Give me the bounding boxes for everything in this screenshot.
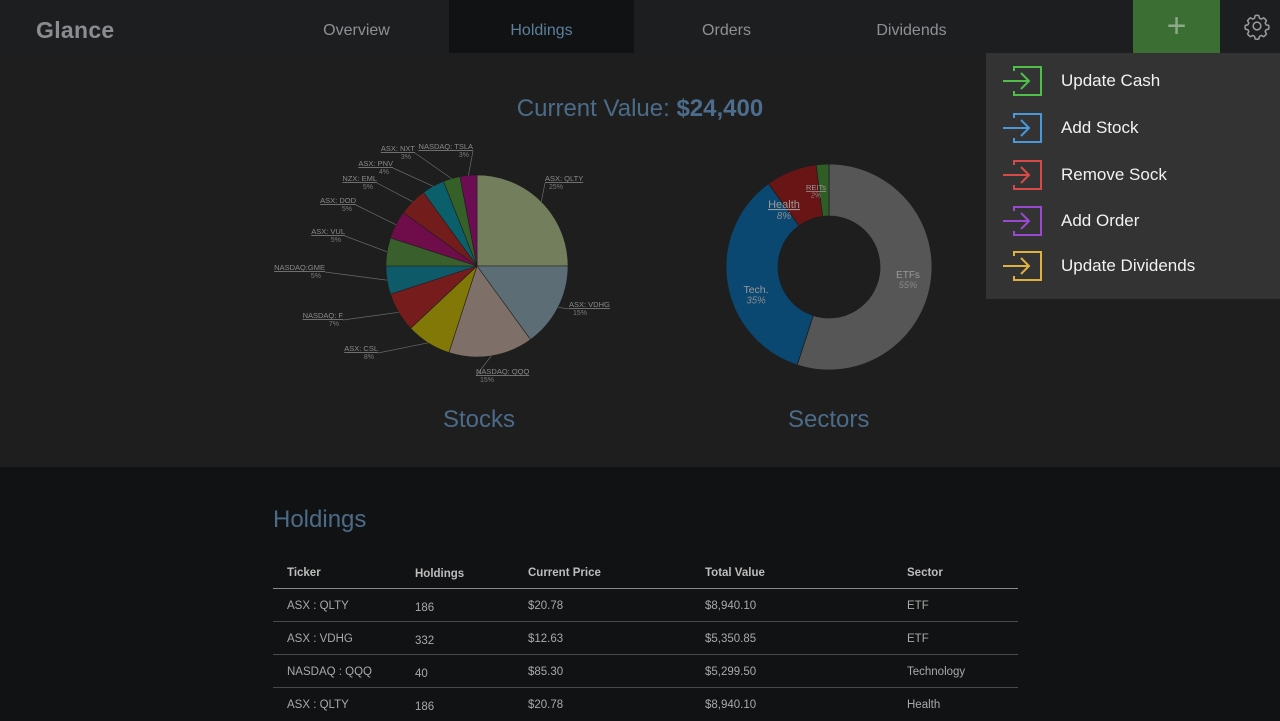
holdings-section-title: Holdings [273,506,367,533]
donut-percent-etfs: 55% [899,280,917,290]
pie-leader-line [558,306,570,310]
pie-leader-line [344,235,388,253]
table-header-row: Ticker Holdings Current Price Total Valu… [273,558,1018,589]
cell-ticker: NASDAQ : QQQ [287,666,372,678]
donut-label-reits: REITs [806,183,826,192]
cell-current-price: $20.78 [528,600,564,612]
menu-update-cash[interactable]: Update Cash [986,59,1280,105]
pie-percent-asx-nxt: 3% [401,154,411,161]
column-header-sector[interactable]: Sector [907,567,943,579]
pie-leader-line [540,182,546,202]
pie-label-asx-pnv: ASX: PNV [358,159,393,168]
cell-holdings: 40 [415,668,428,680]
cell-holdings: 186 [415,701,435,713]
donut-label-health: Health [768,199,800,211]
column-header-total-value[interactable]: Total Value [705,567,765,579]
pie-percent-asx-csl: 8% [364,354,374,361]
pie-label-nasdaq-qqq: NASDAQ: QQQ [476,367,530,376]
cell-sector: ETF [907,600,929,612]
pie-leader-line [377,342,429,354]
add-menu-dropdown: Update Cash Add Stock Remove Sock Add Or… [986,53,1280,299]
enter-icon [1003,206,1042,236]
cell-sector: ETF [907,633,929,645]
enter-icon [1003,160,1042,190]
donut-label-tech: Tech. [743,284,768,296]
cell-ticker: ASX : VDHG [287,633,353,645]
column-header-holdings[interactable]: Holdings [415,568,464,580]
pie-percent-nasdaq-f: 7% [329,321,339,328]
cell-sector: Technology [907,666,966,678]
pie-label-asx-nxt: ASX: NXT [381,144,416,153]
pie-label-nasdaq-tsla: NASDAQ: TSLA [419,142,473,151]
menu-item-label: Add Order [1061,211,1140,230]
menu-item-label: Update Cash [1061,71,1161,90]
donut-percent-reits: 2% [810,193,821,200]
cell-total-value: $5,350.85 [705,633,757,645]
pie-leader-line [468,150,474,176]
pie-percent-nasdaq-qqq: 15% [480,377,494,384]
pie-percent-nasdaq-gme: 5% [311,273,321,280]
enter-icon [1003,251,1042,281]
cell-total-value: $5,299.50 [705,666,757,678]
enter-icon [1003,113,1042,143]
table-row[interactable]: ASX : QLTY 186 $20.78 $8,940.10 Health [273,688,1018,721]
enter-icon [1003,66,1042,96]
pie-percent-asx-vdhg: 15% [573,310,587,317]
cell-ticker: ASX : QLTY [287,600,349,612]
pie-percent-asx-pnv: 4% [379,169,389,176]
pie-label-nasdaq-f: NASDAQ: F [303,311,344,320]
cell-holdings: 332 [415,635,435,647]
menu-item-label: Remove Sock [1061,165,1167,184]
cell-current-price: $12.63 [528,633,564,645]
holdings-table: Ticker Holdings Current Price Total Valu… [273,558,1018,721]
cell-ticker: ASX : QLTY [287,699,349,711]
column-header-ticker[interactable]: Ticker [287,567,321,579]
menu-remove-stock[interactable]: Remove Sock [986,153,1280,199]
pie-leader-line [355,204,397,226]
menu-add-order[interactable]: Add Order [986,199,1280,245]
pie-label-asx-qlty: ASX: QLTY [545,174,583,183]
cell-current-price: $85.30 [528,666,564,678]
pie-percent-asx-vul: 5% [331,237,341,244]
sectors-chart-title: Sectors [788,406,870,433]
pie-label-nzx-eml: NZX: EML [342,174,377,183]
pie-label-asx-vul: ASX: VUL [311,227,345,236]
table-row[interactable]: ASX : VDHG 332 $12.63 $5,350.85 ETF [273,622,1018,655]
menu-item-label: Add Stock [1061,118,1139,137]
table-row[interactable]: ASX : QLTY 186 $20.78 $8,940.10 ETF [273,589,1018,622]
pie-label-nasdaq-gme: NASDAQ:GME [274,263,325,272]
pie-label-asx-csl: ASX: CSL [344,344,378,353]
cell-total-value: $8,940.10 [705,600,757,612]
menu-item-label: Update Dividends [1061,256,1196,275]
donut-percent-tech: 35% [746,296,766,307]
cell-total-value: $8,940.10 [705,699,757,711]
pie-percent-asx-dod: 5% [342,206,352,213]
pie-percent-asx-qlty: 25% [549,184,563,191]
pie-leader-line [324,271,388,281]
pie-percent-nzx-eml: 5% [363,184,373,191]
stocks-chart-title: Stocks [443,406,516,433]
pie-leader-line [376,182,413,203]
pie-leader-line [392,167,434,187]
pie-label-asx-dod: ASX: DOD [320,196,356,205]
menu-update-dividends[interactable]: Update Dividends [986,244,1280,290]
menu-add-stock[interactable]: Add Stock [986,106,1280,152]
pie-percent-nasdaq-tsla: 3% [459,152,469,159]
cell-current-price: $20.78 [528,699,564,711]
table-row[interactable]: NASDAQ : QQQ 40 $85.30 $5,299.50 Technol… [273,655,1018,688]
column-header-current-price[interactable]: Current Price [528,567,601,579]
pie-leader-line [342,311,399,321]
cell-sector: Health [907,699,941,711]
cell-holdings: 186 [415,602,435,614]
pie-leader-line [414,152,452,179]
donut-percent-health: 8% [777,211,792,222]
pie-label-asx-vdhg: ASX: VDHG [569,300,610,309]
